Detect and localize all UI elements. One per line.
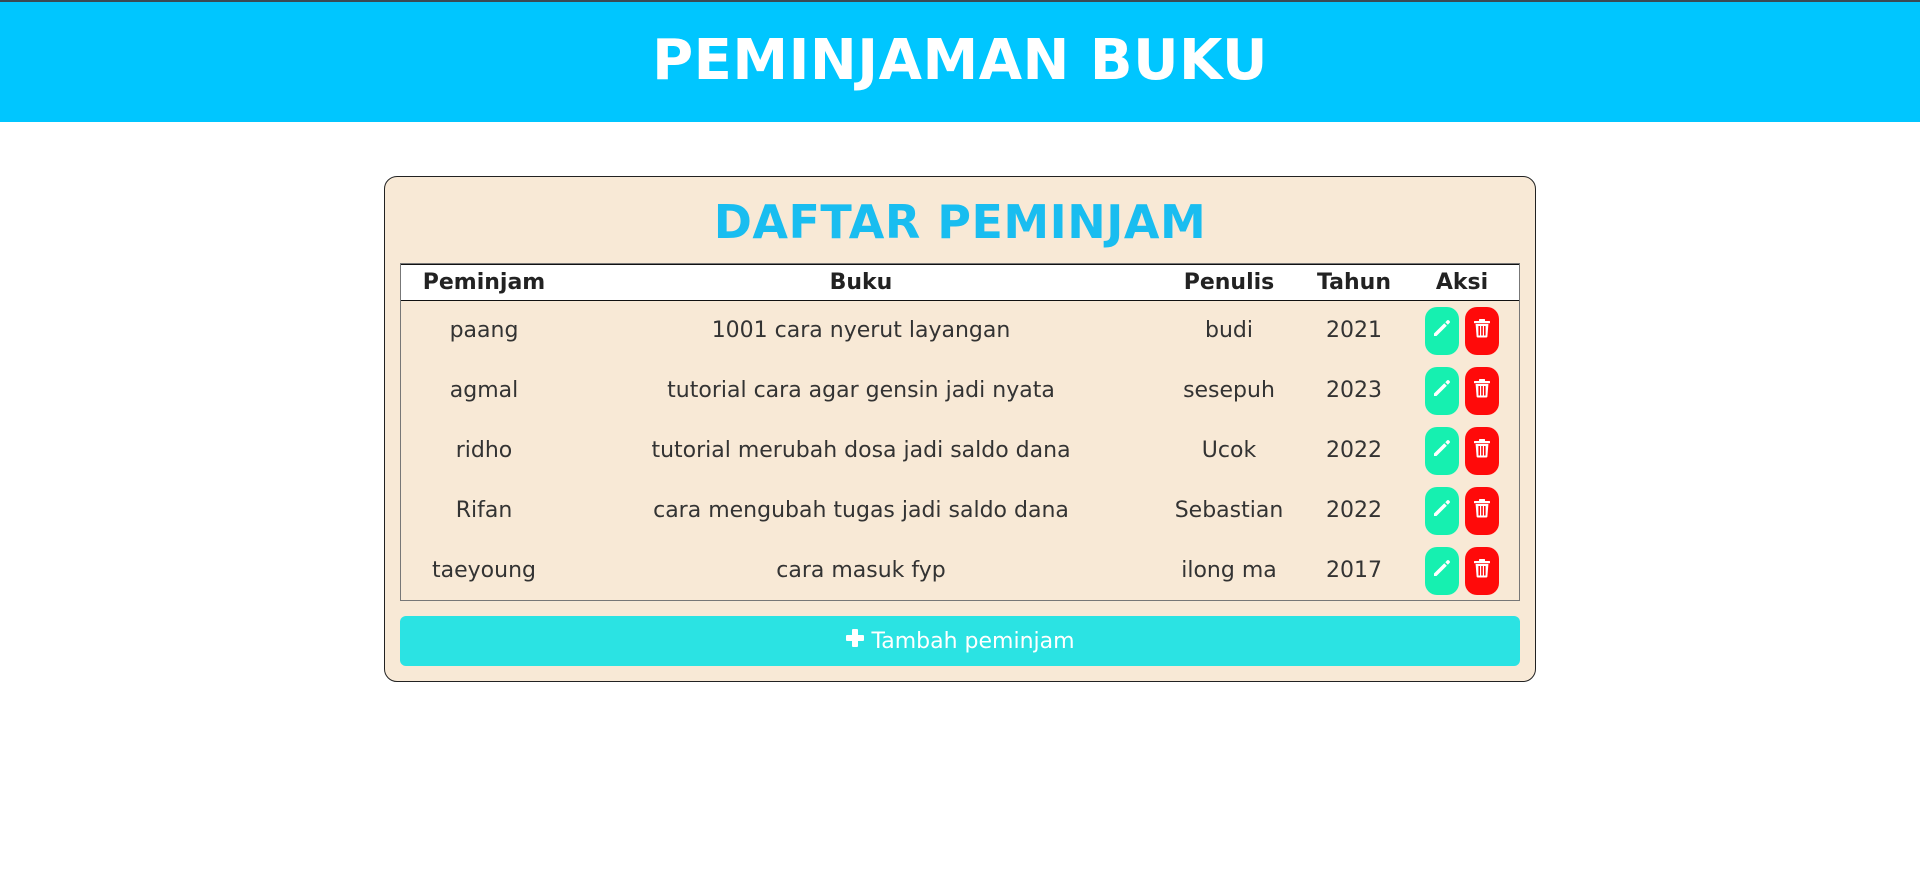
plus-icon <box>845 628 865 654</box>
column-header-aksi: Aksi <box>1405 264 1519 301</box>
trash-icon <box>1473 378 1491 404</box>
cell-peminjam: taeyoung <box>432 558 536 583</box>
column-header-tahun: Tahun <box>1303 264 1405 301</box>
borrower-table: Peminjam Buku Penulis Tahun Aksi paang 10… <box>401 264 1519 601</box>
table-row: paang 1001 cara nyerut layangan budi 2021 <box>401 301 1519 361</box>
edit-button[interactable] <box>1425 486 1459 535</box>
row-actions <box>1405 426 1519 475</box>
cell-tahun: 2017 <box>1326 558 1382 583</box>
pencil-icon <box>1432 378 1452 404</box>
delete-button[interactable] <box>1465 306 1499 355</box>
row-actions <box>1405 366 1519 415</box>
edit-button[interactable] <box>1425 426 1459 475</box>
trash-icon <box>1473 318 1491 344</box>
cell-peminjam: agmal <box>449 378 519 403</box>
cell-buku: cara mengubah tugas jadi saldo dana <box>653 498 1069 523</box>
cell-buku: tutorial cara agar gensin jadi nyata <box>667 378 1055 403</box>
cell-penulis: ilong ma <box>1181 558 1277 583</box>
add-borrower-button[interactable]: Tambah peminjam <box>400 616 1520 666</box>
row-actions <box>1405 306 1519 355</box>
cell-aksi <box>1405 541 1519 601</box>
cell-tahun: 2021 <box>1326 318 1382 344</box>
cell-aksi <box>1405 361 1519 421</box>
pencil-icon <box>1432 438 1452 464</box>
edit-button[interactable] <box>1425 546 1459 595</box>
table-row: taeyoung cara masuk fyp ilong ma 2017 <box>401 541 1519 601</box>
table-row: Rifan cara mengubah tugas jadi saldo dana… <box>401 481 1519 541</box>
edit-button[interactable] <box>1425 306 1459 355</box>
cell-penulis: sesepuh <box>1183 378 1275 403</box>
cell-penulis: Sebastian <box>1174 498 1284 523</box>
cell-peminjam: paang <box>449 318 519 344</box>
column-header-peminjam: Peminjam <box>401 264 567 301</box>
delete-button[interactable] <box>1465 366 1499 415</box>
cell-peminjam: Rifan <box>455 498 513 523</box>
table-row: agmal tutorial cara agar gensin jadi nyat… <box>401 361 1519 421</box>
cell-penulis: budi <box>1205 318 1253 344</box>
pencil-icon <box>1432 318 1452 344</box>
borrower-list-card: DAFTAR PEMINJAM Peminjam Buku Penulis Ta… <box>384 176 1536 682</box>
trash-icon <box>1473 438 1491 464</box>
cell-buku: 1001 cara nyerut layangan <box>711 318 1011 344</box>
delete-button[interactable] <box>1465 486 1499 535</box>
cell-penulis: Ucok <box>1201 438 1257 463</box>
cell-tahun: 2022 <box>1326 498 1382 523</box>
cell-buku: tutorial merubah dosa jadi saldo dana <box>651 438 1071 463</box>
card-title: DAFTAR PEMINJAM <box>713 195 1207 249</box>
delete-button[interactable] <box>1465 426 1499 475</box>
borrower-table-container: Peminjam Buku Penulis Tahun Aksi paang 10… <box>400 263 1520 601</box>
trash-icon <box>1473 498 1491 524</box>
row-actions <box>1405 546 1519 595</box>
table-header-row: Peminjam Buku Penulis Tahun Aksi <box>401 264 1519 301</box>
pencil-icon <box>1432 498 1452 524</box>
delete-button[interactable] <box>1465 546 1499 595</box>
table-row: ridho tutorial merubah dosa jadi saldo da… <box>401 421 1519 481</box>
cell-aksi <box>1405 421 1519 481</box>
cell-buku: cara masuk fyp <box>776 558 946 583</box>
table-body: paang 1001 cara nyerut layangan budi 2021 ag… <box>401 301 1519 601</box>
page-title: PEMINJAMAN BUKU <box>652 27 1268 93</box>
trash-icon <box>1473 558 1491 584</box>
cell-peminjam: ridho <box>455 438 513 463</box>
cell-aksi <box>1405 481 1519 541</box>
cell-tahun: 2022 <box>1326 438 1382 463</box>
edit-button[interactable] <box>1425 366 1459 415</box>
column-header-buku: Buku <box>567 264 1155 301</box>
cell-aksi <box>1405 301 1519 361</box>
row-actions <box>1405 486 1519 535</box>
add-borrower-label: Tambah peminjam <box>871 628 1075 654</box>
pencil-icon <box>1432 558 1452 584</box>
column-header-penulis: Penulis <box>1155 264 1303 301</box>
header-bar: PEMINJAMAN BUKU <box>0 0 1920 122</box>
cell-tahun: 2023 <box>1326 378 1382 403</box>
